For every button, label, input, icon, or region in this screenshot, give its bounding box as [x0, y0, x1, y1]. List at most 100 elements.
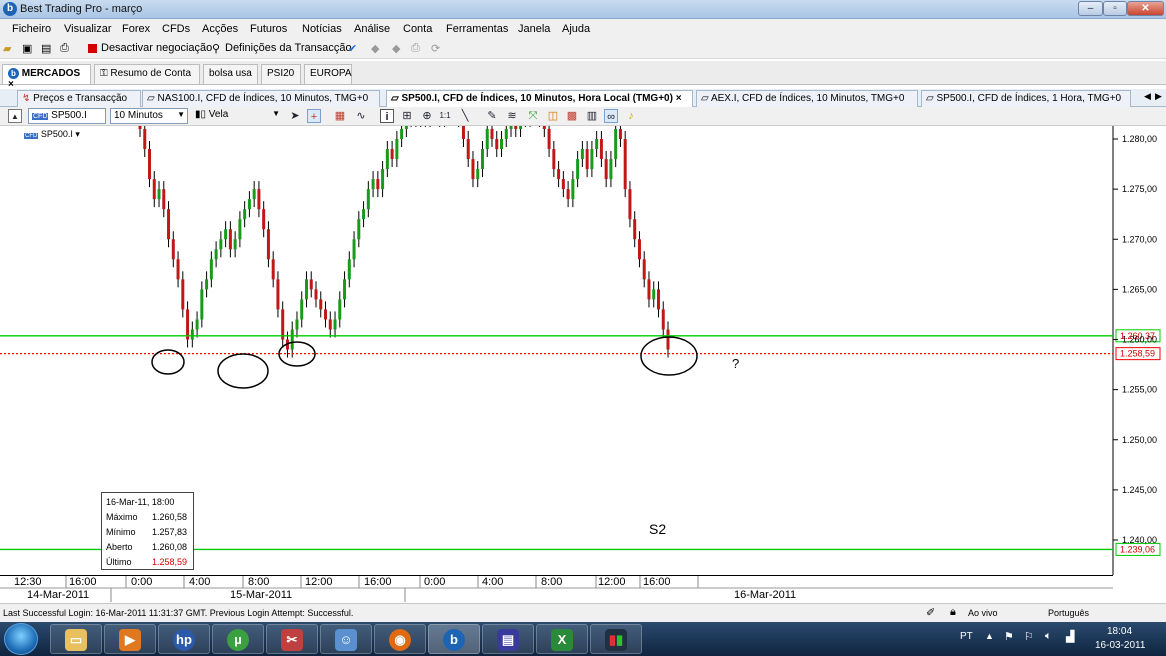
chart-symbol-label[interactable]: CFD SP500.I ▾ [24, 129, 80, 140]
menu-noticias[interactable]: Notícias [302, 23, 342, 35]
zoom-icon[interactable]: ⊕ [420, 109, 434, 123]
back-icon[interactable]: ◆ [371, 42, 379, 55]
menu-futuros[interactable]: Futuros [250, 23, 287, 35]
checkmark-icon[interactable]: ✔ [348, 42, 357, 55]
tab-europa[interactable]: EUROPA [304, 64, 352, 84]
palette-icon[interactable]: ◫ [546, 109, 560, 123]
taskbar-firefox[interactable]: ◉ [374, 624, 426, 654]
draw-icon[interactable]: ⊞ [400, 109, 414, 123]
menu-forex[interactable]: Forex [122, 23, 150, 35]
refresh-icon[interactable]: ⟳ [431, 42, 440, 55]
taskbar: ▭ ▶ hp µ ✂ ☺ ◉ b ▤ X ▮▮ PT ▲ ⚑ ⚐ 🔈︎ ▟ 18… [0, 622, 1166, 656]
forward-icon[interactable]: ◆ [392, 42, 400, 55]
fibonacci-icon[interactable]: ≋ [505, 109, 519, 123]
collapse-up-icon[interactable]: ▲ [8, 109, 22, 123]
tab-label: NAS100.I, CFD de Índices, 10 Minutos, TM… [157, 93, 369, 104]
candle [271, 259, 275, 280]
tab-bolsa-usa[interactable]: bolsa usa [203, 64, 258, 84]
tray-flag-icon[interactable]: ⚐ [1024, 630, 1034, 643]
price-tick-label: 1.265,00 [1122, 284, 1157, 294]
alert-bell-icon[interactable]: ♪ [624, 109, 638, 123]
close-tab-icon[interactable]: × [676, 93, 682, 104]
menu-ferramentas[interactable]: Ferramentas [446, 23, 508, 35]
connection-icon[interactable]: ✐ [926, 606, 935, 619]
taskbar-best-trading[interactable]: b [428, 624, 480, 654]
deactivate-trading-button[interactable]: Desactivar negociação [101, 42, 212, 54]
crosshair-icon[interactable]: + [307, 109, 321, 123]
info-icon[interactable]: i [380, 109, 394, 123]
volume-icon[interactable]: 🔈︎ [1045, 630, 1052, 643]
maximize-button[interactable]: ▫ [1103, 1, 1127, 16]
tab-psi20[interactable]: PSI20 [261, 64, 301, 84]
menu-visualizar[interactable]: Visualizar [64, 23, 112, 35]
date-label: 14-Mar-2011 [27, 589, 90, 601]
input-language[interactable]: PT [960, 631, 973, 642]
menu-ficheiro[interactable]: Ficheiro [12, 23, 51, 35]
taskbar-media[interactable]: ▶ [104, 624, 156, 654]
start-button[interactable] [4, 623, 38, 655]
indicator-icon[interactable]: ∿ [354, 109, 368, 123]
tab-aex[interactable]: ▱ AEX.I, CFD de Índices, 10 Minutos, TMG… [696, 90, 918, 107]
save-icon[interactable]: ▣ [22, 42, 32, 55]
cursor-icon[interactable]: ➤ [288, 109, 302, 123]
account-icon: ⚿ [100, 68, 108, 79]
grid-icon[interactable]: ▦ [333, 109, 347, 123]
symbol-select[interactable]: CFD SP500.I [28, 108, 106, 124]
tray-expand-icon[interactable]: ▲ [985, 631, 994, 641]
menu-accoes[interactable]: Acções [202, 23, 238, 35]
candle [347, 259, 351, 280]
info-value: 1.260,58 [152, 512, 188, 522]
pencil-icon[interactable]: ✎ [485, 109, 499, 123]
network-icon[interactable]: ▟ [1066, 630, 1074, 643]
candle [281, 309, 285, 340]
taskbar-excel[interactable]: X [536, 624, 588, 654]
language-label[interactable]: Português [1048, 608, 1089, 618]
candle [595, 139, 599, 150]
close-button[interactable]: ✕ [1127, 1, 1164, 16]
one-to-one-icon[interactable]: 1:1 [438, 109, 452, 123]
clock-time[interactable]: 18:04 [1107, 626, 1132, 637]
taskbar-users[interactable]: ☺ [320, 624, 372, 654]
tab-scroll-left-icon[interactable]: ◀ [1144, 91, 1151, 102]
taskbar-app[interactable]: ▤ [482, 624, 534, 654]
tab-sp500-10min[interactable]: ▱ SP500.I, CFD de Índices, 10 Minutos, H… [386, 90, 693, 107]
layers-icon[interactable]: ▩ [565, 109, 579, 123]
tab-label: Resumo de Conta [110, 68, 192, 79]
menu-janela[interactable]: Janela [518, 23, 550, 35]
tab-nas100[interactable]: ▱ NAS100.I, CFD de Índices, 10 Minutos, … [142, 90, 380, 107]
print-icon[interactable]: ⎙ [60, 42, 69, 55]
taskbar-chart-app[interactable]: ▮▮ [590, 624, 642, 654]
interval-select[interactable]: 10 Minutos ▼ [110, 108, 188, 124]
tab-resumo-de-conta[interactable]: ⚿ Resumo de Conta [94, 64, 200, 84]
tab-sp500-1h[interactable]: ▱ SP500.I, CFD de Índices, 1 Hora, TMG+0 [921, 90, 1131, 107]
candle [461, 126, 465, 139]
template-icon[interactable]: ▥ [585, 109, 599, 123]
info-date: 16-Mar-11, 18:00 [106, 497, 175, 507]
taskbar-hp[interactable]: hp [158, 624, 210, 654]
minimize-button[interactable]: – [1078, 1, 1103, 16]
menu-analise[interactable]: Análise [354, 23, 390, 35]
status-bar: Last Successful Login: 16-Mar-2011 11:31… [0, 603, 1166, 622]
tab-mercados[interactable]: b MERCADOS × [2, 64, 91, 90]
taskbar-utorrent[interactable]: µ [212, 624, 264, 654]
clock-date[interactable]: 16-03-2011 [1095, 640, 1145, 651]
transaction-settings-button[interactable]: Definições da Transacção [225, 42, 352, 54]
print-small-icon[interactable]: ⎙ [411, 42, 420, 55]
menu-cfds[interactable]: CFDs [162, 23, 190, 35]
glasses-icon[interactable]: ∞ [604, 109, 618, 123]
tab-precos-transaccao[interactable]: ↯ Preços e Transacção [17, 90, 141, 107]
arrows-icon[interactable]: ⤧ [526, 109, 540, 123]
menu-conta[interactable]: Conta [403, 23, 432, 35]
menu-ajuda[interactable]: Ajuda [562, 23, 590, 35]
open-folder-icon[interactable]: ▰ [3, 42, 11, 55]
save-as-icon[interactable]: ▤ [41, 42, 51, 55]
trendline-icon[interactable]: ╲ [458, 109, 472, 123]
candle [466, 139, 470, 160]
taskbar-explorer[interactable]: ▭ [50, 624, 102, 654]
candle [276, 279, 280, 310]
chart-type-select[interactable]: ▮▯ Vela ▼ [192, 108, 282, 124]
tab-scroll-right-icon[interactable]: ▶ [1155, 91, 1162, 102]
candle [148, 149, 152, 180]
tray-action-icon[interactable]: ⚑ [1004, 630, 1014, 643]
taskbar-paint[interactable]: ✂ [266, 624, 318, 654]
